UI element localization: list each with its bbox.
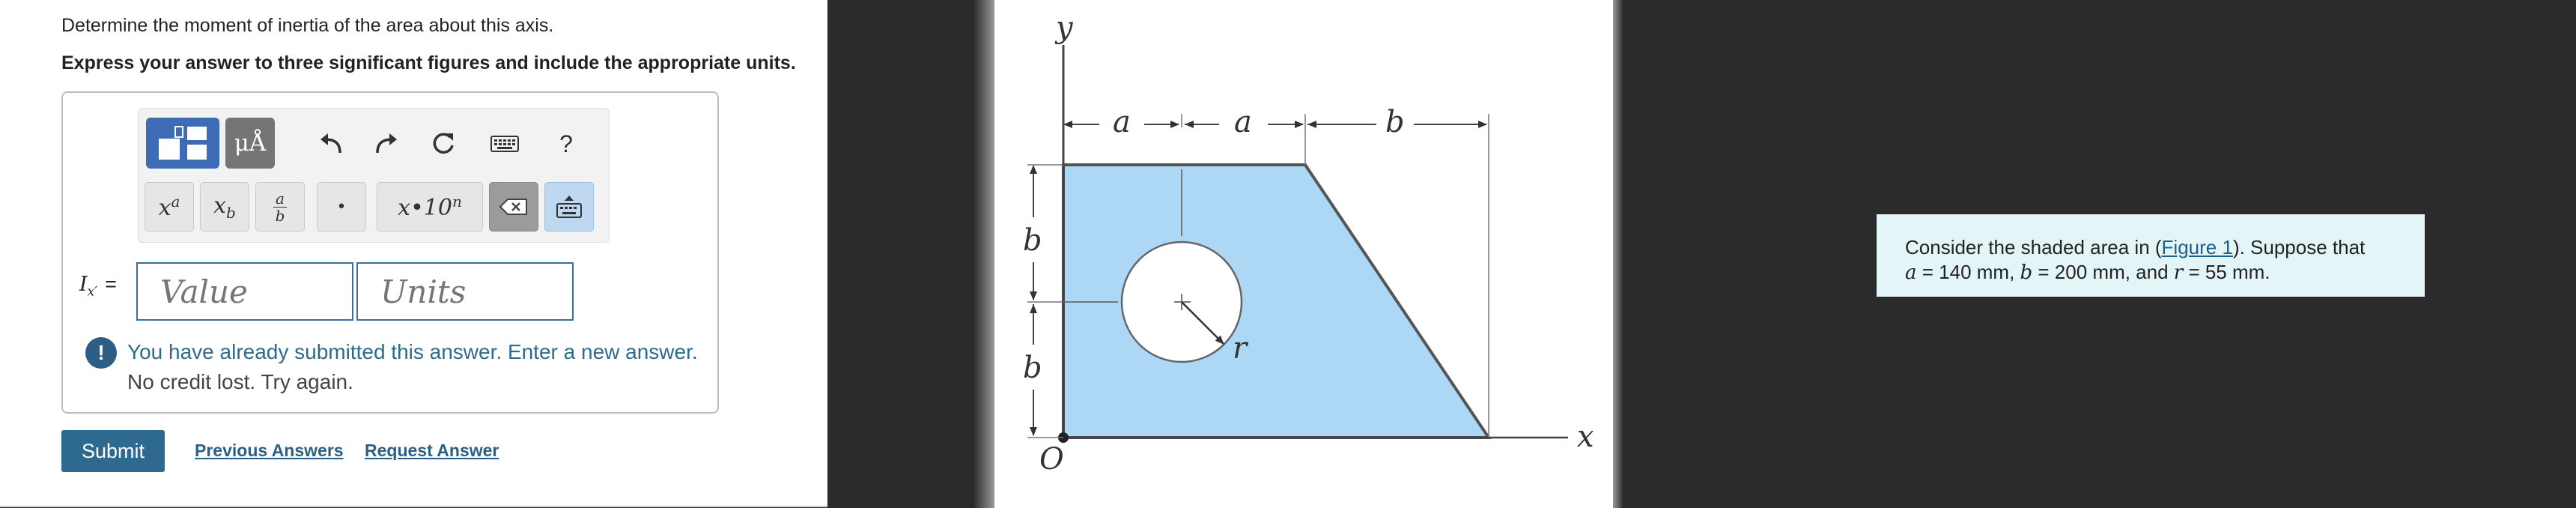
- scientific-notation-button[interactable]: x•10n: [377, 182, 483, 232]
- undo-button[interactable]: [315, 128, 347, 160]
- superscript-button[interactable]: xa: [145, 182, 194, 232]
- templates-icon: [159, 126, 207, 160]
- dimension-b-top: b: [1385, 105, 1405, 139]
- subscript-icon: xb: [213, 192, 236, 222]
- figure-diagram: y x O a a b b b r: [1023, 10, 1594, 477]
- y-axis-label: y: [1054, 10, 1074, 45]
- fraction-button[interactable]: a b: [255, 182, 305, 232]
- keyboard-toggle-button[interactable]: [544, 182, 594, 232]
- previous-answers-link[interactable]: Previous Answers: [195, 441, 344, 461]
- fraction-icon: a b: [273, 190, 287, 224]
- submit-button[interactable]: Submit: [61, 430, 165, 472]
- units-input[interactable]: [356, 262, 574, 321]
- help-button[interactable]: ?: [550, 128, 582, 160]
- reset-icon: [433, 133, 454, 154]
- feedback-message: You have already submitted this answer. …: [127, 340, 698, 363]
- value-input[interactable]: [136, 262, 353, 321]
- templates-button[interactable]: [146, 118, 219, 169]
- dimension-b-upper: b: [1023, 223, 1042, 258]
- keyboard-shortcuts-button[interactable]: [489, 128, 520, 160]
- scientific-notation-icon: x•10n: [398, 193, 462, 221]
- help-icon: ?: [559, 130, 573, 157]
- origin-label: O: [1039, 442, 1064, 477]
- figure-link[interactable]: Figure 1: [2162, 236, 2233, 258]
- answer-variable-label: Ix′ =: [79, 273, 117, 300]
- question-panel: Determine the moment of inertia of the a…: [0, 0, 827, 507]
- x-axis-label: x: [1577, 420, 1594, 454]
- keyboard-icon: [490, 136, 519, 152]
- radius-label: r: [1233, 331, 1249, 366]
- alert-icon: !: [85, 337, 117, 369]
- backspace-icon: [499, 199, 527, 215]
- figure-panel: y x O a a b b b r: [994, 0, 1620, 508]
- dot-icon: •: [336, 197, 347, 217]
- undo-icon: [321, 133, 341, 154]
- subscript-button[interactable]: xb: [200, 182, 249, 232]
- request-answer-link[interactable]: Request Answer: [365, 441, 499, 461]
- units-button[interactable]: μÅ: [225, 118, 275, 169]
- instructions-text: Express your answer to three significant…: [61, 52, 796, 73]
- problem-statement: Consider the shaded area in (Figure 1). …: [1877, 214, 2425, 297]
- dimension-b-lower: b: [1023, 351, 1042, 385]
- figure-shadow: [973, 0, 994, 508]
- redo-button[interactable]: [371, 128, 402, 160]
- question-text: Determine the moment of inertia of the a…: [61, 15, 554, 36]
- dimension-a-first: a: [1113, 105, 1131, 139]
- answer-box: μÅ ? xa xb a b • x•10n Ix′ = Value Units…: [61, 91, 719, 414]
- math-toolbar: μÅ ? xa xb a b • x•10n: [138, 108, 610, 243]
- multiply-dot-button[interactable]: •: [317, 182, 366, 232]
- superscript-icon: xa: [158, 193, 180, 221]
- redo-icon: [376, 133, 397, 154]
- keyboard-toggle-icon: [556, 196, 582, 218]
- dimension-a-second: a: [1234, 105, 1252, 139]
- backspace-button[interactable]: [489, 182, 538, 232]
- reset-button[interactable]: [428, 128, 459, 160]
- units-icon: μÅ: [234, 130, 267, 157]
- feedback-submessage: No credit lost. Try again.: [127, 370, 353, 393]
- figure-shadow: [1613, 0, 1623, 508]
